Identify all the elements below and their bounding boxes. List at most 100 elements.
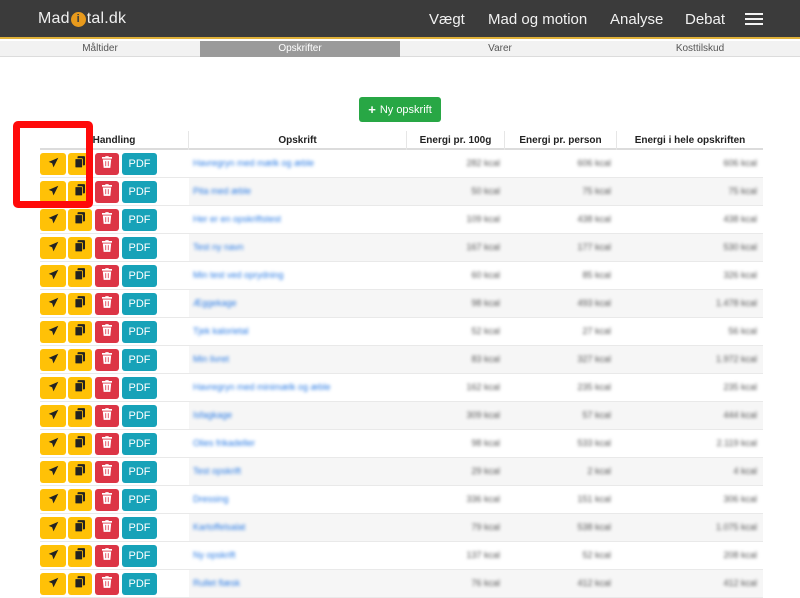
send-button[interactable] [40,461,66,483]
nav-debat[interactable]: Debat [685,11,725,28]
send-button[interactable] [40,433,66,455]
pdf-button[interactable]: PDF [122,265,157,287]
recipe-link[interactable]: Min test ved oprydning [193,270,403,282]
recipe-link[interactable]: Kartoffelsalat [193,522,403,534]
delete-button[interactable] [95,265,119,287]
recipe-link[interactable]: Havregryn med minimælk og æble [193,382,403,394]
pdf-button[interactable]: PDF [122,573,157,595]
send-button[interactable] [40,349,66,371]
copy-icon [74,575,85,593]
recipe-link[interactable]: Rullet flæsk [193,578,403,590]
send-button[interactable] [40,209,66,231]
copy-button[interactable] [68,545,92,567]
pdf-button[interactable]: PDF [122,349,157,371]
pdf-button[interactable]: PDF [122,489,157,511]
plus-icon: + [368,102,376,117]
send-button[interactable] [40,377,66,399]
pdf-button[interactable]: PDF [122,153,157,175]
table-row: PDF Test ny navn 167 kcal 177 kcal 530 kcal [40,234,763,262]
copy-button[interactable] [68,405,92,427]
send-button[interactable] [40,573,66,595]
pdf-button[interactable]: PDF [122,461,157,483]
delete-button[interactable] [95,433,119,455]
copy-button[interactable] [68,573,92,595]
copy-button[interactable] [68,377,92,399]
delete-button[interactable] [95,377,119,399]
recipe-link[interactable]: Æggekage [193,298,403,310]
delete-button[interactable] [95,153,119,175]
pdf-button[interactable]: PDF [122,321,157,343]
copy-button[interactable] [68,321,92,343]
delete-button[interactable] [95,181,119,203]
recipe-link[interactable]: Test opskrift [193,466,403,478]
delete-button[interactable] [95,461,119,483]
pdf-button[interactable]: PDF [122,517,157,539]
nav-analyse[interactable]: Analyse [610,11,663,28]
pdf-button[interactable]: PDF [122,433,157,455]
recipe-link[interactable]: Test ny navn [193,242,403,254]
hamburger-icon[interactable] [745,13,763,26]
delete-button[interactable] [95,405,119,427]
nav-mad-og-motion[interactable]: Mad og motion [488,11,587,28]
tab-varer[interactable]: Varer [400,41,600,57]
recipe-link[interactable]: Tjek kalorietal [193,326,403,338]
recipe-link[interactable]: Pita med æble [193,186,403,198]
delete-button[interactable] [95,293,119,315]
delete-button[interactable] [95,321,119,343]
new-recipe-button[interactable]: + Ny opskrift [359,97,441,122]
recipe-link[interactable]: Min livret [193,354,403,366]
trash-icon [102,267,112,285]
delete-button[interactable] [95,489,119,511]
send-button[interactable] [40,237,66,259]
send-button[interactable] [40,293,66,315]
energy-per-100g: 282 kcal [466,158,500,168]
energy-total: 1.972 kcal [715,354,757,364]
site-logo[interactable]: Mad i tal.dk [38,10,126,28]
delete-button[interactable] [95,209,119,231]
energy-per-person: 27 kcal [582,326,611,336]
nav-vaegt[interactable]: Vægt [429,11,465,28]
delete-button[interactable] [95,517,119,539]
send-button[interactable] [40,321,66,343]
tab-kosttilskud[interactable]: Kosttilskud [600,41,800,57]
copy-icon [74,491,85,509]
pdf-button[interactable]: PDF [122,181,157,203]
recipe-link[interactable]: Ny opskrift [193,550,403,562]
send-button[interactable] [40,517,66,539]
trash-icon [102,155,112,173]
copy-icon [74,547,85,565]
pdf-button[interactable]: PDF [122,377,157,399]
recipe-link[interactable]: Isfagkage [193,410,403,422]
recipe-link[interactable]: Dressing [193,494,403,506]
pdf-button[interactable]: PDF [122,545,157,567]
pdf-button[interactable]: PDF [122,293,157,315]
recipe-link[interactable]: Havregryn med mælk og æble [193,158,403,170]
send-button[interactable] [40,545,66,567]
trash-icon [102,435,112,453]
copy-button[interactable] [68,517,92,539]
send-button[interactable] [40,405,66,427]
delete-button[interactable] [95,573,119,595]
send-button[interactable] [40,489,66,511]
tab-maaltider[interactable]: Måltider [0,41,200,57]
delete-button[interactable] [95,237,119,259]
copy-button[interactable] [68,433,92,455]
copy-button[interactable] [68,293,92,315]
pdf-button[interactable]: PDF [122,405,157,427]
copy-button[interactable] [68,461,92,483]
recipe-link[interactable]: Olies frikadeller [193,438,403,450]
copy-button[interactable] [68,349,92,371]
pdf-button[interactable]: PDF [122,237,157,259]
copy-button[interactable] [68,265,92,287]
send-button[interactable] [40,265,66,287]
copy-button[interactable] [68,209,92,231]
trash-icon [102,519,112,537]
pdf-button[interactable]: PDF [122,209,157,231]
copy-button[interactable] [68,489,92,511]
delete-button[interactable] [95,349,119,371]
delete-button[interactable] [95,545,119,567]
tab-opskrifter[interactable]: Opskrifter [200,41,400,57]
energy-per-person: 2 kcal [587,466,611,476]
copy-button[interactable] [68,237,92,259]
recipe-link[interactable]: Her er en opskriftstest [193,214,403,226]
